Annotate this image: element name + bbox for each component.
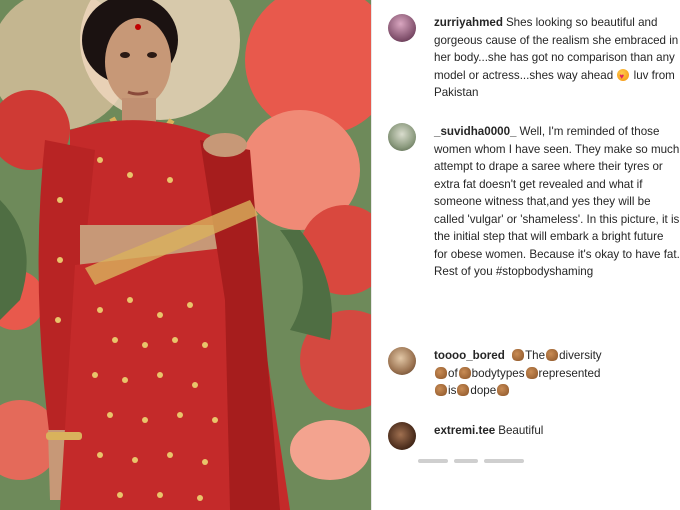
comment-body: extremi.tee Beautiful	[434, 422, 680, 440]
clapping-hands-emoji-icon	[435, 384, 447, 396]
comment-word: of	[448, 366, 458, 380]
clapping-hands-emoji-icon	[497, 384, 510, 396]
clapping-hands-emoji-icon	[546, 349, 559, 361]
clapping-hands-emoji-icon	[525, 366, 538, 379]
clapping-hands-emoji-icon	[458, 366, 471, 379]
comment-word: The	[525, 349, 546, 362]
heart-eyes-emoji-icon	[617, 68, 630, 85]
avatar[interactable]	[388, 123, 416, 151]
post-image	[0, 0, 371, 510]
avatar[interactable]	[388, 14, 416, 42]
comment-body: _suvidha0000_ Well, I'm reminded of those…	[434, 123, 680, 281]
clapping-hands-emoji-icon	[435, 366, 447, 379]
comments-list[interactable]: zurriyahmed Shes looking so beautiful and…	[372, 0, 680, 510]
comment-username[interactable]: zurriyahmed	[434, 16, 503, 29]
comment-text: Beautiful	[498, 424, 544, 437]
avatar[interactable]	[388, 347, 416, 375]
comment-username[interactable]: extremi.tee	[434, 424, 495, 437]
next-comment-placeholder	[418, 450, 538, 463]
clapping-hands-emoji-icon	[457, 384, 470, 396]
comment-word: bodytypes	[471, 366, 525, 380]
comment-word: dope	[470, 384, 497, 397]
comment-word: represented	[538, 366, 601, 380]
comment-username[interactable]: toooo_bored	[434, 349, 505, 362]
comment-username[interactable]: _suvidha0000_	[434, 125, 517, 138]
woman-in-red-saree-illustration	[0, 0, 371, 510]
comment-body: zurriyahmed Shes looking so beautiful and…	[434, 14, 680, 102]
comment-word: diversity	[559, 349, 602, 362]
avatar[interactable]	[388, 422, 416, 450]
clapping-hands-emoji-icon	[512, 349, 525, 361]
comment-text: Well, I'm reminded of those women whom I…	[434, 125, 680, 278]
comment-word: is	[448, 384, 457, 397]
comment-body: toooo_bored The diversity of bodytypes repr…	[434, 347, 680, 400]
